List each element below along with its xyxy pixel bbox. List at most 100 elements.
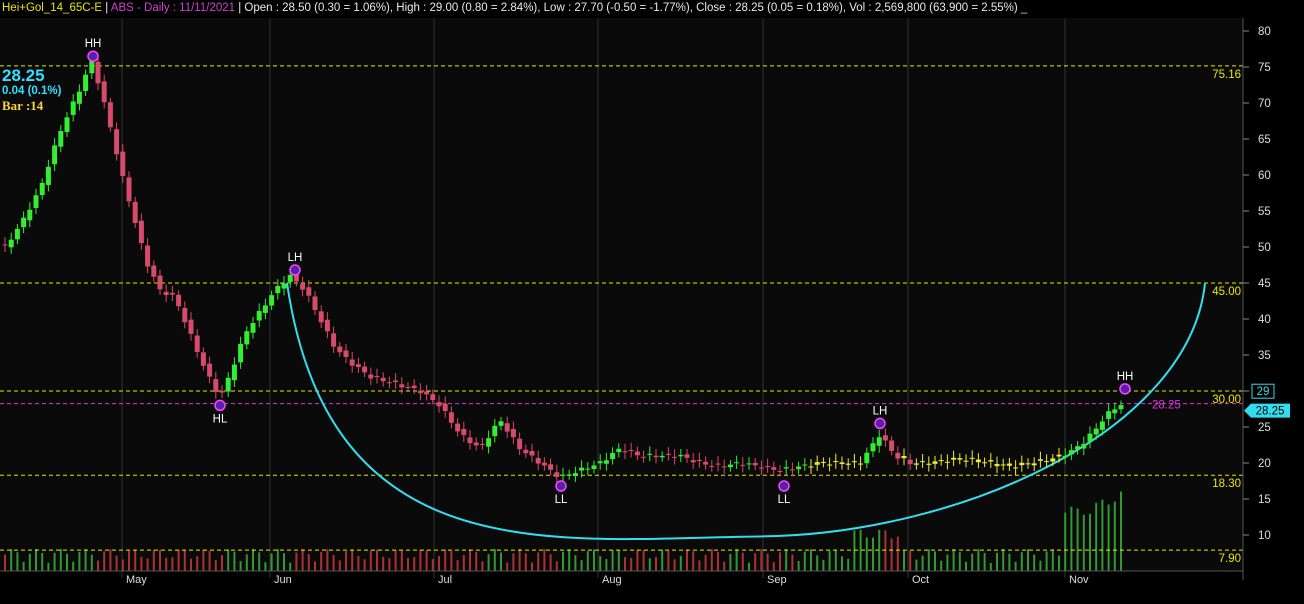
candle-body [436, 402, 442, 407]
candle-body [1044, 461, 1050, 463]
candle-body [498, 421, 504, 426]
candle-body [746, 463, 752, 465]
volume-bar [884, 530, 887, 571]
volume-bar [636, 550, 639, 571]
candle-body [913, 463, 919, 465]
candle-body [957, 458, 963, 460]
candle-body [876, 437, 882, 446]
candle-body [107, 102, 113, 128]
candle-body [771, 467, 777, 470]
volume-bar [283, 553, 285, 571]
candle-body [194, 335, 200, 352]
candle-body [951, 457, 957, 460]
volume-bar [84, 549, 87, 571]
volume-bar [258, 552, 261, 571]
volume-bar [958, 552, 961, 571]
candle-body [839, 462, 845, 464]
volume-bar [686, 549, 688, 571]
candle-body [262, 305, 268, 313]
candle-body [653, 455, 659, 458]
candle-body [727, 464, 733, 468]
close-value: Close : 28.25 (0.05 = 0.18%), [696, 2, 847, 14]
candle-body [721, 466, 727, 468]
candle-body [411, 385, 417, 389]
candle-body [610, 453, 616, 460]
volume-bar [438, 556, 440, 571]
candle-body [882, 435, 888, 441]
swing-marker [87, 50, 99, 62]
candle-body [572, 473, 578, 477]
price-chart[interactable]: 75.16 45.00 30.00 18.30 7.90 28.25 HH HL LH LL LL… [0, 0, 1304, 599]
volume-bar [927, 549, 930, 571]
candle-body [52, 145, 58, 165]
y-tick-label: 50 [1258, 242, 1271, 254]
candle-body [8, 239, 14, 248]
candle-body [349, 359, 355, 366]
candle-body [324, 319, 330, 332]
volume-bar [1076, 508, 1079, 571]
candle-body [1050, 458, 1056, 462]
candle-body [45, 166, 51, 185]
volume-bar [586, 551, 589, 571]
volume-bar [1120, 491, 1122, 571]
volume-bar [673, 559, 676, 571]
volume-bar [537, 552, 540, 571]
candle-body [845, 463, 851, 465]
candle-body [864, 452, 870, 464]
volume-bar [134, 549, 137, 571]
candle-body [634, 451, 640, 456]
candle-body [1031, 463, 1037, 466]
y-tick-label: 55 [1258, 206, 1271, 218]
candle-body [399, 384, 405, 388]
candle-body [554, 472, 560, 477]
volume-bar [140, 556, 143, 571]
y-tick-label: 80 [1258, 26, 1271, 38]
volume-bar [971, 553, 974, 571]
volume-bar [276, 549, 279, 571]
volume-bar [481, 561, 484, 571]
candle-body [541, 462, 547, 466]
volume-bar [723, 561, 726, 571]
candle-body [393, 380, 399, 383]
candle-body [2, 244, 8, 246]
volume-bar [351, 549, 354, 571]
candle-body [517, 438, 523, 450]
volume-bar [816, 555, 819, 571]
chart-header: Hei+Gol_14_65C-E | ABS - Daily : 11/11/2… [0, 0, 1304, 18]
price-line-label: 28.25 [1152, 400, 1181, 412]
volume-bar [419, 549, 422, 571]
candle-body [114, 129, 120, 155]
candle-body [238, 343, 244, 363]
volume-bar [524, 553, 527, 571]
volume-bar [165, 557, 168, 571]
volume-bar [834, 549, 837, 571]
volume-bar [10, 549, 13, 571]
volume-bar [698, 560, 701, 571]
candle-body [783, 467, 789, 469]
y-tick-label: 65 [1258, 134, 1271, 146]
swing-label: LH [873, 405, 888, 417]
volume-bar [1058, 555, 1060, 571]
candle-body [188, 319, 194, 334]
volume-bar [779, 552, 781, 571]
candle-body [827, 464, 833, 466]
y-tick-label: 75 [1258, 62, 1271, 74]
chart-canvas[interactable]: 75.16 45.00 30.00 18.30 7.90 28.25 HH HL LH LL LL… [0, 0, 1304, 599]
volume-bar [841, 556, 843, 571]
candle-body [765, 466, 771, 468]
symbol-label[interactable]: Hei+Gol_14_65C-E [2, 2, 102, 14]
candle-body [938, 460, 944, 462]
candle-body [752, 462, 758, 466]
volume-bar [896, 536, 899, 571]
candle-body [833, 461, 839, 463]
volume-bar [177, 549, 180, 571]
candle-body [895, 452, 901, 459]
volume-bar [989, 562, 992, 571]
volume-bar [903, 549, 905, 571]
volume-bar [183, 550, 186, 571]
volume-bar [487, 554, 490, 571]
candle-body [1087, 433, 1093, 442]
candle-body [70, 101, 76, 115]
candle-body [244, 331, 250, 345]
volume-bar [400, 550, 403, 571]
